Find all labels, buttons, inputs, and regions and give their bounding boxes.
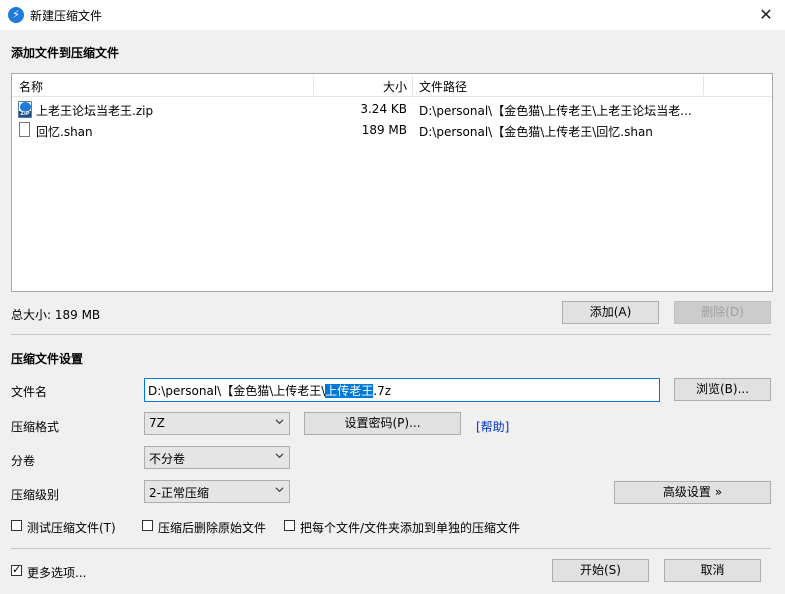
separate-archives-checkbox[interactable] — [284, 520, 295, 531]
zip-file-icon: ZIP — [18, 101, 32, 118]
file-list[interactable]: 名称 大小 文件路径 ZIP 上老王论坛当老王.zip 3.24 KB D:\p… — [11, 73, 773, 292]
split-select[interactable]: 不分卷 — [144, 446, 290, 469]
cancel-button[interactable]: 取消 — [664, 559, 761, 582]
format-value: 7Z — [149, 416, 165, 430]
filename-label: 文件名 — [11, 385, 48, 399]
filename-prefix: D:\personal\【金色猫\上传老王\ — [148, 384, 326, 398]
level-value: 2-正常压缩 — [149, 486, 209, 500]
delete-after-label[interactable]: 压缩后删除原始文件 — [158, 519, 266, 536]
column-divider[interactable] — [412, 76, 413, 95]
title-bar: ⚡ 新建压缩文件 ✕ — [0, 0, 785, 30]
advanced-settings-button[interactable]: 高级设置 » — [614, 481, 771, 504]
checkmark-icon: ✓ — [12, 563, 22, 576]
window-title: 新建压缩文件 — [30, 9, 103, 23]
delete-button[interactable]: 删除(D) — [674, 301, 771, 324]
column-header-size[interactable]: 大小 — [383, 78, 407, 95]
browse-button[interactable]: 浏览(B)... — [674, 378, 771, 401]
column-header-path[interactable]: 文件路径 — [419, 78, 467, 95]
file-icon — [19, 122, 30, 137]
footer-divider — [11, 548, 771, 549]
test-archive-checkbox[interactable] — [11, 520, 22, 531]
delete-after-checkbox[interactable] — [142, 520, 153, 531]
file-size: 3.24 KB — [360, 102, 407, 116]
chevron-down-icon — [275, 419, 284, 425]
column-divider[interactable] — [703, 76, 704, 95]
split-value: 不分卷 — [149, 452, 186, 466]
file-path: D:\personal\【金色猫\上传老王\回忆.shan — [419, 125, 653, 139]
settings-section-title: 压缩文件设置 — [11, 352, 84, 366]
filename-selection: 上传老王 — [325, 384, 374, 398]
set-password-button[interactable]: 设置密码(P)... — [304, 412, 461, 435]
start-button[interactable]: 开始(S) — [552, 559, 649, 582]
total-size: 总大小: 189 MB — [11, 308, 101, 322]
level-label: 压缩级别 — [11, 488, 60, 502]
column-divider[interactable] — [313, 76, 314, 95]
more-options-checkbox[interactable]: ✓ — [11, 563, 22, 576]
app-logo-icon: ⚡ — [8, 7, 24, 23]
separate-archives-label[interactable]: 把每个文件/文件夹添加到单独的压缩文件 — [300, 519, 520, 536]
filename-suffix: .7z — [373, 384, 392, 398]
file-row[interactable]: ZIP 上老王论坛当老王.zip 3.24 KB D:\personal\【金色… — [12, 99, 772, 120]
format-label: 压缩格式 — [11, 420, 60, 434]
level-select[interactable]: 2-正常压缩 — [144, 480, 290, 503]
file-name: 回忆.shan — [36, 125, 93, 139]
format-select[interactable]: 7Z — [144, 412, 290, 435]
column-header-name[interactable]: 名称 — [19, 78, 43, 95]
file-row[interactable]: 回忆.shan 189 MB D:\personal\【金色猫\上传老王\回忆.… — [12, 120, 772, 141]
add-files-section-title: 添加文件到压缩文件 — [11, 46, 120, 60]
filename-input[interactable]: D:\personal\【金色猫\上传老王\上传老王.7z — [144, 378, 660, 402]
help-link[interactable]: [帮助] — [476, 418, 509, 435]
test-archive-label[interactable]: 测试压缩文件(T) — [27, 519, 116, 536]
more-options-label[interactable]: 更多选项... — [27, 564, 86, 581]
file-list-header: 名称 大小 文件路径 — [12, 74, 772, 97]
chevron-down-icon — [275, 487, 284, 493]
split-label: 分卷 — [11, 454, 36, 468]
file-name: 上老王论坛当老王.zip — [36, 104, 154, 118]
add-button[interactable]: 添加(A) — [562, 301, 659, 324]
close-button[interactable]: ✕ — [755, 4, 777, 26]
chevron-down-icon — [275, 453, 284, 459]
file-path: D:\personal\【金色猫\上传老王\上老王论坛当老... — [419, 104, 692, 118]
file-size: 189 MB — [361, 123, 407, 137]
section-divider — [11, 334, 771, 335]
